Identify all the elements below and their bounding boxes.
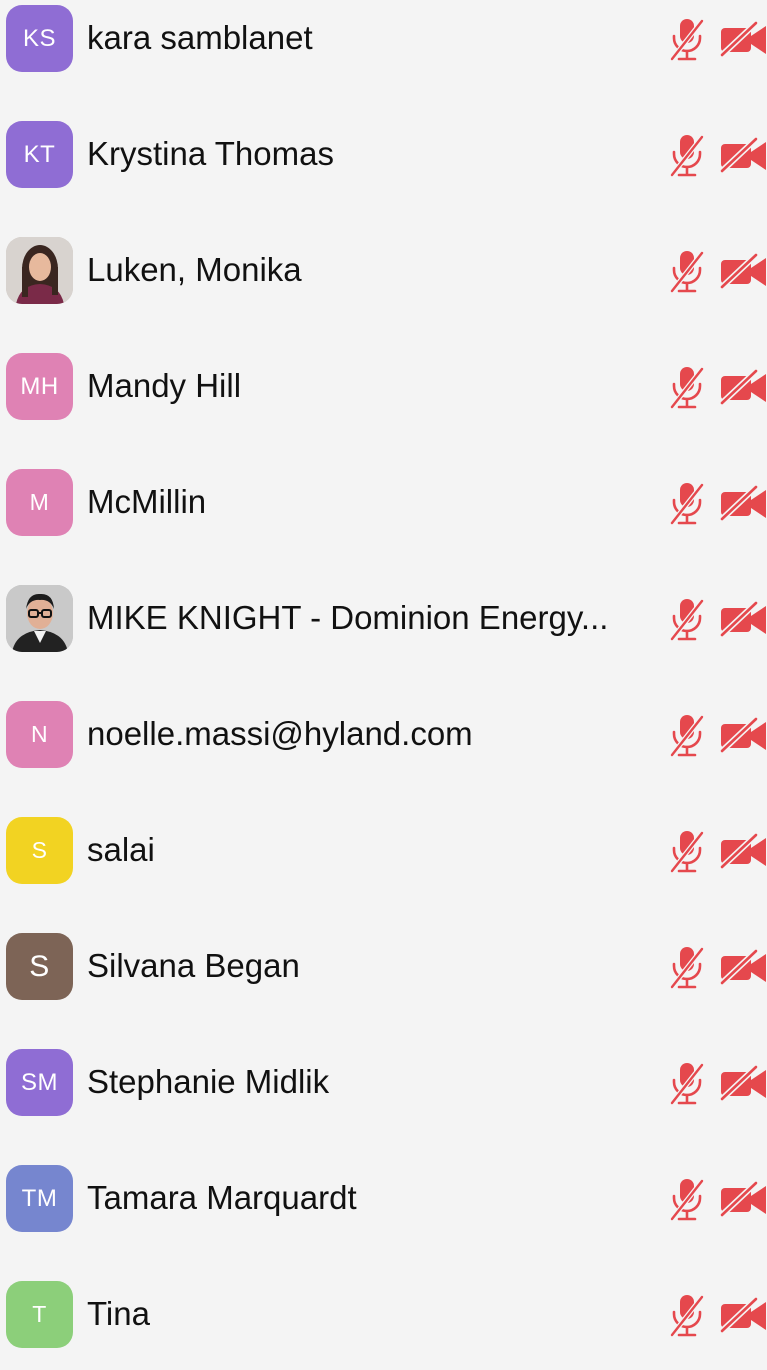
avatar-initials: KS (6, 5, 73, 72)
video-off-icon[interactable] (720, 369, 767, 405)
mic-muted-icon[interactable] (668, 1177, 706, 1223)
participant-name: Krystina Thomas (87, 135, 334, 172)
participant-name: Tina (87, 1295, 150, 1332)
mic-muted-icon[interactable] (668, 365, 706, 411)
participant-list: KS kara samblanet KT Krystina Thomas Luken, … (0, 0, 767, 1370)
participant-name: salai (87, 831, 155, 868)
participant-row[interactable]: MIKE KNIGHT - Dominion Energy... (0, 558, 767, 674)
participant-name: Silvana Began (87, 947, 300, 984)
participant-row[interactable]: Nnoelle.massi@hyland.com (0, 674, 767, 790)
participant-name: MIKE KNIGHT - Dominion Energy... (87, 599, 609, 636)
participant-name: Mandy Hill (87, 367, 242, 404)
mic-muted-icon[interactable] (668, 713, 706, 759)
video-off-icon[interactable] (720, 1065, 767, 1101)
video-off-icon[interactable] (720, 137, 767, 173)
mic-muted-icon[interactable] (668, 829, 706, 875)
avatar-initials: TM (6, 1165, 73, 1232)
participant-row[interactable]: MH Mandy Hill (0, 326, 767, 442)
video-off-icon[interactable] (720, 21, 767, 57)
participant-name: Tamara Marquardt (87, 1179, 357, 1216)
mic-muted-icon[interactable] (668, 597, 706, 643)
participant-row[interactable]: SM Stephanie Midlik (0, 1022, 767, 1138)
participant-row[interactable]: S Silvana Began (0, 906, 767, 1022)
video-off-icon[interactable] (720, 717, 767, 753)
video-off-icon[interactable] (720, 1181, 767, 1217)
participant-row[interactable]: M McMillin (0, 442, 767, 558)
video-off-icon[interactable] (720, 601, 767, 637)
video-off-icon[interactable] (720, 485, 767, 521)
avatar-initials: M (6, 469, 73, 536)
participant-row[interactable]: KT Krystina Thomas (0, 94, 767, 210)
avatar-photo (6, 237, 73, 304)
avatar-initials: SM (6, 1049, 73, 1116)
avatar-initials: KT (6, 121, 73, 188)
video-off-icon[interactable] (720, 1297, 767, 1333)
participant-name: Stephanie Midlik (87, 1063, 330, 1100)
participant-row[interactable]: Ssalai (0, 790, 767, 906)
mic-muted-icon[interactable] (668, 1061, 706, 1107)
mic-muted-icon[interactable] (668, 249, 706, 295)
mic-muted-icon[interactable] (668, 481, 706, 527)
avatar-initials: MH (6, 353, 73, 420)
mic-muted-icon[interactable] (668, 1293, 706, 1339)
avatar-initials: N (6, 701, 73, 768)
video-off-icon[interactable] (720, 253, 767, 289)
participant-row[interactable]: T Tina (0, 1254, 767, 1370)
participant-name: noelle.massi@hyland.com (87, 715, 473, 752)
participant-name: kara samblanet (87, 19, 313, 56)
avatar-initials: S (6, 933, 73, 1000)
participant-name: Luken, Monika (87, 251, 302, 288)
mic-muted-icon[interactable] (668, 945, 706, 991)
participant-row[interactable]: TM Tamara Marquardt (0, 1138, 767, 1254)
mic-muted-icon[interactable] (668, 17, 706, 63)
avatar-photo (6, 585, 73, 652)
participant-name: McMillin (87, 483, 207, 520)
avatar-initials: S (6, 817, 73, 884)
mic-muted-icon[interactable] (668, 133, 706, 179)
video-off-icon[interactable] (720, 833, 767, 869)
avatar-initials: T (6, 1281, 73, 1348)
video-off-icon[interactable] (720, 949, 767, 985)
participant-row[interactable]: KS kara samblanet (0, 0, 767, 94)
participant-row[interactable]: Luken, Monika (0, 210, 767, 326)
